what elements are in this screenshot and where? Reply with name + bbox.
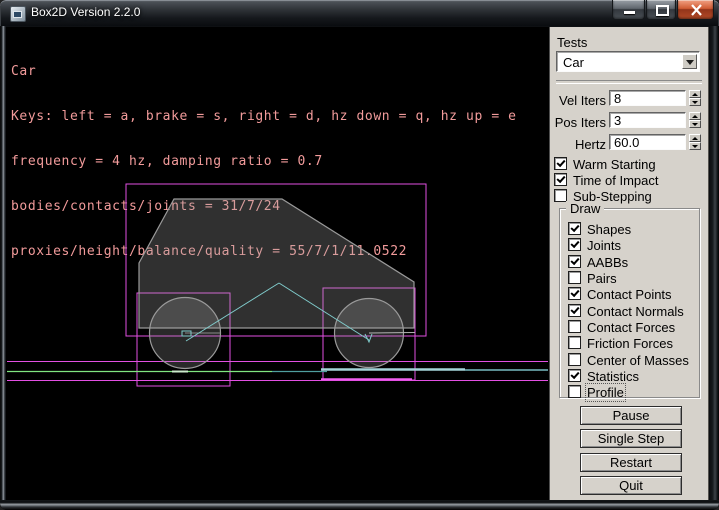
vel-iters-label: Vel Iters — [550, 93, 606, 108]
simulation-canvas[interactable]: Car Keys: left = a, brake = s, right = d… — [6, 27, 549, 500]
checkbox-center-of-masses[interactable]: Center of Masses — [568, 353, 698, 367]
window-border-right — [709, 26, 719, 502]
pos-iters-spinner — [689, 112, 701, 128]
pos-iters-input[interactable] — [609, 112, 686, 128]
checkbox-shapes[interactable]: Shapes — [568, 222, 698, 236]
maximize-icon — [656, 5, 669, 16]
checkbox-label: Contact Points — [587, 287, 672, 302]
box2d-window: Box2D Version 2.2.0 Car Keys: left = a, … — [0, 0, 719, 510]
pause-button[interactable]: Pause — [580, 406, 682, 425]
checkbox-box[interactable] — [568, 255, 581, 268]
title-bar[interactable]: Box2D Version 2.2.0 — [0, 0, 719, 26]
window-title: Box2D Version 2.2.0 — [31, 5, 140, 19]
checkbox-contact-normals[interactable]: Contact Normals — [568, 304, 698, 318]
pos-iters-spinner-up[interactable] — [689, 112, 701, 120]
right-wheel-axis-line — [369, 333, 415, 334]
checkbox-statistics[interactable]: Statistics — [568, 369, 698, 383]
checkbox-aabbs[interactable]: AABBs — [568, 255, 698, 269]
checkbox-label: Shapes — [587, 222, 631, 237]
arrow-down-icon — [692, 123, 698, 126]
checkbox-box[interactable] — [568, 222, 581, 235]
draw-group-label: Draw — [566, 201, 604, 216]
window-border-left — [0, 26, 6, 502]
checkbox-warm-starting[interactable]: Warm Starting — [554, 157, 704, 171]
hertz-spinner-up[interactable] — [689, 134, 701, 142]
vel-iters-spinner-up[interactable] — [689, 90, 701, 98]
arrow-down-icon — [692, 101, 698, 104]
hertz-spinner-down[interactable] — [689, 142, 701, 150]
close-icon — [690, 4, 703, 16]
checkbox-label: Statistics — [587, 369, 639, 384]
checkbox-label: Pairs — [587, 271, 617, 286]
checkbox-box[interactable] — [568, 385, 581, 398]
checkbox-label: Center of Masses — [587, 353, 689, 368]
debug-draw-layer — [6, 27, 549, 500]
checkbox-label: Time of Impact — [573, 173, 658, 188]
app-icon — [10, 6, 26, 22]
checkbox-label: Warm Starting — [573, 157, 656, 172]
test-select-value: Car — [563, 55, 584, 70]
checkbox-box[interactable] — [568, 304, 581, 317]
control-panel: Tests Car Vel Iters Pos Iters Hertz — [549, 27, 709, 500]
checkbox-label: Contact Normals — [587, 304, 684, 319]
checkbox-box[interactable] — [568, 353, 581, 366]
checkbox-contact-forces[interactable]: Contact Forces — [568, 320, 698, 334]
arrow-up-icon — [692, 115, 698, 118]
minimize-button[interactable] — [612, 0, 645, 20]
checkbox-friction-forces[interactable]: Friction Forces — [568, 336, 698, 350]
window-border-bottom — [0, 500, 719, 510]
checkbox-box[interactable] — [568, 336, 581, 349]
checkbox-box[interactable] — [568, 271, 581, 284]
checkbox-box[interactable] — [568, 320, 581, 333]
checkbox-box[interactable] — [554, 173, 567, 186]
checkbox-time-of-impact[interactable]: Time of Impact — [554, 173, 704, 187]
arrow-down-icon — [692, 145, 698, 148]
maximize-button[interactable] — [646, 0, 676, 20]
checkbox-box[interactable] — [554, 157, 567, 170]
vel-iters-spinner-down[interactable] — [689, 98, 701, 106]
test-select-dropdown-button[interactable] — [682, 54, 697, 69]
arrow-up-icon — [692, 93, 698, 96]
checkbox-box[interactable] — [568, 238, 581, 251]
checkbox-label: Profile — [587, 385, 624, 400]
test-select[interactable]: Car — [556, 51, 700, 72]
checkbox-label: Contact Forces — [587, 320, 675, 335]
checkbox-label: Friction Forces — [587, 336, 673, 351]
hertz-spinner — [689, 134, 701, 150]
checkbox-contact-points[interactable]: Contact Points — [568, 287, 698, 301]
checkbox-joints[interactable]: Joints — [568, 238, 698, 252]
pos-iters-spinner-down[interactable] — [689, 120, 701, 128]
single-step-button[interactable]: Single Step — [580, 429, 682, 448]
tests-label: Tests — [557, 35, 587, 50]
restart-button[interactable]: Restart — [580, 453, 682, 472]
vel-iters-input[interactable] — [609, 90, 686, 106]
separator — [556, 80, 702, 84]
arrow-up-icon — [692, 137, 698, 140]
checkbox-box[interactable] — [568, 287, 581, 300]
hertz-label: Hertz — [550, 137, 606, 152]
checkbox-profile[interactable]: Profile — [568, 385, 698, 399]
checkbox-label: Joints — [587, 238, 621, 253]
chevron-down-icon — [686, 60, 694, 65]
quit-button[interactable]: Quit — [580, 476, 682, 495]
vel-iters-spinner — [689, 90, 701, 106]
pos-iters-label: Pos Iters — [550, 115, 606, 130]
close-button[interactable] — [677, 0, 714, 20]
checkbox-box[interactable] — [568, 369, 581, 382]
minimize-icon — [624, 11, 635, 14]
hertz-input[interactable] — [609, 134, 686, 150]
checkbox-label: AABBs — [587, 255, 628, 270]
checkbox-pairs[interactable]: Pairs — [568, 271, 698, 285]
